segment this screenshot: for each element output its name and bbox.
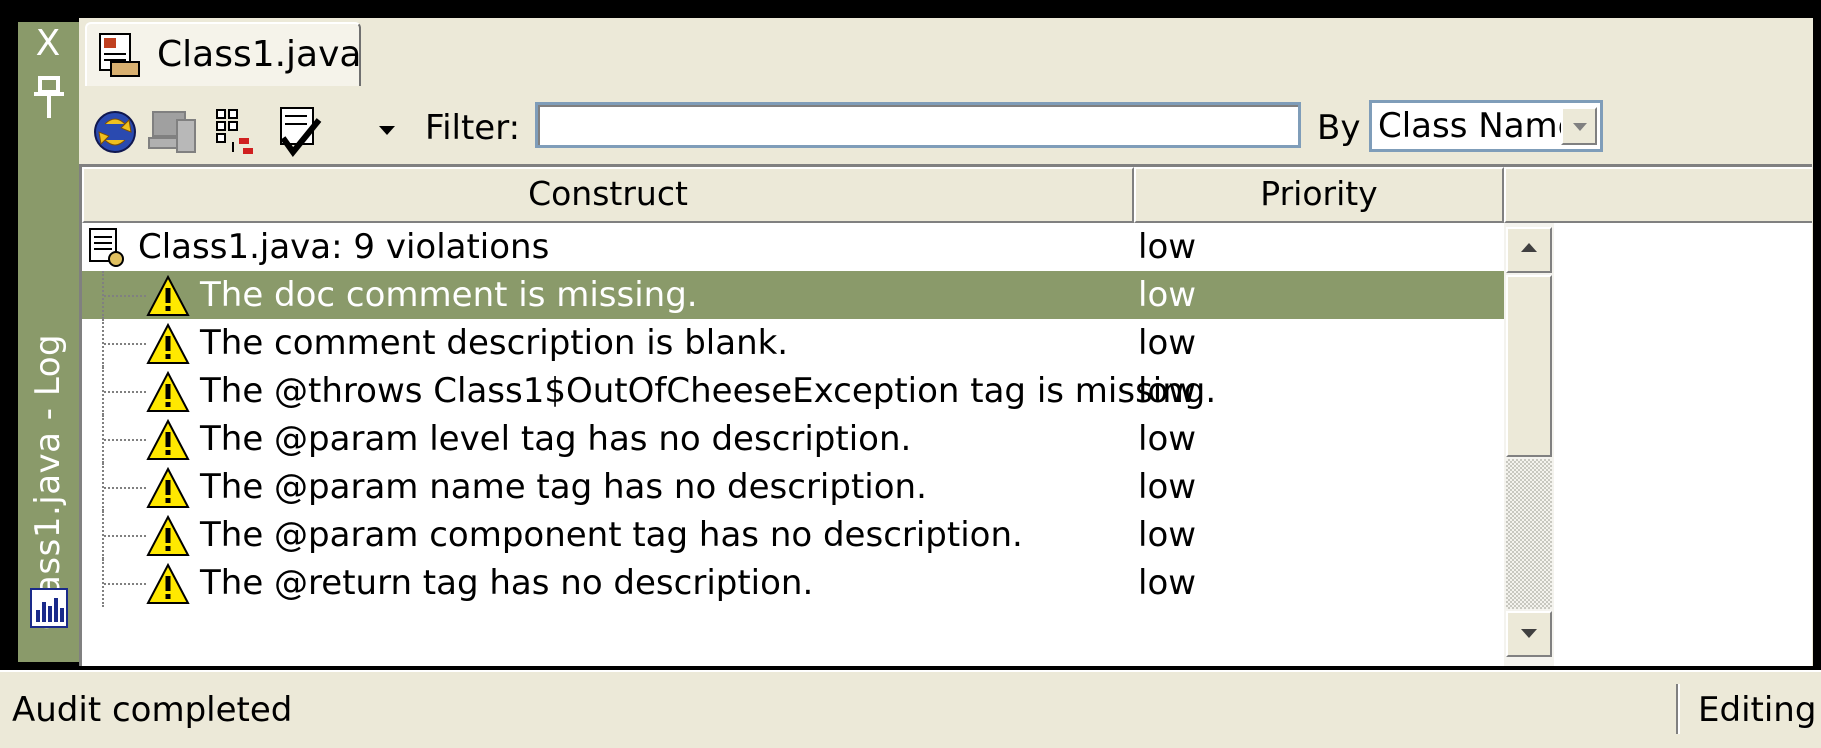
status-message: Audit completed bbox=[12, 690, 293, 730]
scroll-thumb[interactable] bbox=[1506, 275, 1552, 457]
tree-connector bbox=[104, 487, 146, 489]
scroll-down-button[interactable] bbox=[1506, 611, 1552, 657]
editor-mode-indicator: Editing bbox=[1698, 690, 1817, 730]
warning-icon bbox=[146, 323, 190, 364]
violation-priority: low bbox=[1138, 467, 1197, 507]
root-priority: low bbox=[1138, 227, 1197, 267]
violation-priority: low bbox=[1138, 419, 1197, 459]
violation-text: The doc comment is missing. bbox=[200, 275, 698, 315]
tree-connector bbox=[104, 295, 146, 297]
violation-priority: low bbox=[1138, 275, 1197, 315]
by-label: By bbox=[1317, 108, 1361, 148]
violation-text: The @param component tag has no descript… bbox=[200, 515, 1023, 555]
tab-label: Class1.java bbox=[157, 34, 362, 75]
warning-icon bbox=[146, 467, 190, 508]
table-row[interactable]: The @param level tag has no description.… bbox=[82, 415, 1504, 463]
tree-connector bbox=[104, 535, 146, 537]
audit-log-panel: Class1.java Filter: By Class Name Constr… bbox=[79, 18, 1813, 666]
tree-connector bbox=[104, 391, 146, 393]
violations-table: Construct Priority Class1.java: 9 violat… bbox=[79, 164, 1812, 666]
violation-priority: low bbox=[1138, 563, 1197, 603]
tree-connector bbox=[104, 343, 146, 345]
app-window: X Class1.java - Log Class1.java Filter: … bbox=[0, 0, 1821, 748]
violation-text: The @return tag has no description. bbox=[200, 563, 814, 603]
filter-by-select[interactable]: Class Name bbox=[1369, 100, 1603, 152]
scroll-track[interactable] bbox=[1506, 459, 1552, 609]
pin-icon[interactable] bbox=[34, 74, 64, 124]
table-row[interactable]: The @param name tag has no description. l… bbox=[82, 463, 1504, 511]
warning-icon bbox=[146, 275, 190, 316]
toolbar: Filter: By Class Name bbox=[79, 88, 1813, 174]
violation-text: The @param name tag has no description. bbox=[200, 467, 927, 507]
table-header: Construct Priority bbox=[82, 167, 1812, 223]
side-panel-title[interactable]: Class1.java - Log bbox=[28, 334, 68, 630]
warning-icon bbox=[146, 563, 190, 604]
table-row[interactable]: The comment description is blank. low bbox=[82, 319, 1504, 367]
table-row[interactable]: The @throws Class1$OutOfCheeseException … bbox=[82, 367, 1504, 415]
table-body: Class1.java: 9 violations low The doc co… bbox=[82, 223, 1504, 666]
warning-icon bbox=[146, 515, 190, 556]
warning-icon bbox=[146, 371, 190, 412]
status-bar: Audit completed Editing bbox=[0, 670, 1821, 748]
column-header-filler bbox=[1504, 167, 1812, 223]
table-row[interactable]: The @param component tag has no descript… bbox=[82, 511, 1504, 559]
filter-label: Filter: bbox=[425, 108, 521, 148]
computer-icon[interactable] bbox=[147, 106, 199, 158]
refresh-audit-icon[interactable] bbox=[89, 106, 141, 158]
audit-log-icon bbox=[99, 33, 140, 77]
close-icon[interactable]: X bbox=[30, 26, 66, 62]
violation-priority: low bbox=[1138, 371, 1197, 411]
tab-class1-java[interactable]: Class1.java bbox=[85, 22, 362, 86]
chevron-down-icon[interactable] bbox=[379, 126, 395, 135]
violation-priority: low bbox=[1138, 515, 1197, 555]
dropdown-arrow-icon[interactable] bbox=[1561, 107, 1597, 145]
table-row[interactable]: The @return tag has no description. low bbox=[82, 559, 1504, 607]
log-side-strip: X Class1.java - Log bbox=[18, 22, 79, 662]
tree-connector bbox=[104, 583, 146, 585]
chart-icon[interactable] bbox=[30, 588, 68, 628]
warning-icon bbox=[146, 419, 190, 460]
vertical-scrollbar[interactable] bbox=[1504, 223, 1554, 666]
table-row[interactable]: The doc comment is missing. low bbox=[82, 271, 1504, 319]
status-divider bbox=[1676, 684, 1680, 734]
column-header-priority[interactable]: Priority bbox=[1134, 167, 1504, 223]
violation-text: The @param level tag has no description. bbox=[200, 419, 912, 459]
tree-view-icon[interactable] bbox=[213, 106, 265, 158]
violation-priority: low bbox=[1138, 323, 1197, 363]
tree-connector bbox=[104, 439, 146, 441]
root-label: Class1.java: 9 violations bbox=[138, 227, 550, 267]
filter-by-value: Class Name bbox=[1378, 106, 1579, 146]
tree-root-row[interactable]: Class1.java: 9 violations low bbox=[82, 223, 1504, 271]
scroll-up-button[interactable] bbox=[1506, 227, 1552, 273]
filter-input[interactable] bbox=[535, 102, 1301, 148]
violation-text: The comment description is blank. bbox=[200, 323, 789, 363]
fix-violations-icon[interactable] bbox=[275, 106, 327, 158]
column-header-construct[interactable]: Construct bbox=[82, 167, 1134, 223]
violation-text: The @throws Class1$OutOfCheeseException … bbox=[200, 371, 1217, 411]
audit-file-icon bbox=[89, 228, 124, 267]
